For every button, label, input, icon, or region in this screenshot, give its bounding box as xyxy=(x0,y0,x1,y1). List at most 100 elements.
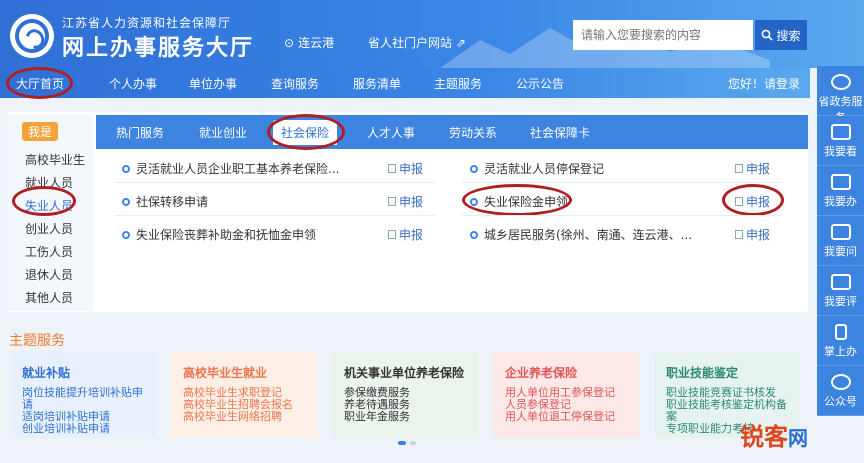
theme-card-title: 高校毕业生就业 xyxy=(183,366,268,380)
theme-card[interactable]: 就业补贴 岗位技能提升培训补贴申请适岗培训补贴申请 创业培训补贴申请 xyxy=(10,352,156,438)
sidebar-item-injured[interactable]: 工伤人员 xyxy=(25,243,73,260)
toolbar-wechat[interactable]: 公众号 xyxy=(817,366,864,416)
search-input[interactable] xyxy=(573,20,753,50)
tab-talent[interactable]: 人才人事 xyxy=(367,124,415,141)
row-divider xyxy=(115,182,435,183)
theme-card-link[interactable]: 创业培训补贴申请 xyxy=(22,420,110,436)
sidebar-item-employed[interactable]: 就业人员 xyxy=(25,174,73,191)
service-name: 灵活就业人员企业职工基本养老保险... xyxy=(136,162,340,176)
theme-card-link[interactable]: 岗位技能提升培训补贴申 xyxy=(22,384,143,400)
sidebar-item-entrepreneur[interactable]: 创业人员 xyxy=(25,220,73,237)
tab-labor-relations[interactable]: 劳动关系 xyxy=(449,124,497,141)
theme-card[interactable]: 机关事业单位养老保险 参保缴费服务 养老待遇服务 职业年金服务 xyxy=(332,352,478,438)
phone-icon xyxy=(834,324,847,340)
service-item[interactable]: 失业保险丧葬补助金和抚恤金申领 xyxy=(122,226,316,243)
apply-button[interactable]: 申报 xyxy=(735,226,770,243)
theme-card-link[interactable]: 职业技能考核鉴定机构备 xyxy=(666,396,787,412)
nav-item-themes[interactable]: 主题服务 xyxy=(434,75,482,92)
service-name: 失业保险金申领 xyxy=(484,195,569,209)
bullet-icon xyxy=(122,197,130,206)
form-icon xyxy=(388,230,396,239)
toolbar-label: 我要问 xyxy=(824,245,857,258)
site-logo[interactable] xyxy=(10,14,54,58)
service-item[interactable]: 灵活就业人员企业职工基本养老保险... xyxy=(122,160,339,177)
bullet-icon xyxy=(470,197,478,206)
document-icon xyxy=(830,124,851,140)
chat-icon xyxy=(830,374,851,390)
apply-label: 申报 xyxy=(399,162,424,176)
monitor-icon xyxy=(830,174,851,190)
nav-item-home[interactable]: 大厅首页 xyxy=(16,75,64,92)
login-link[interactable]: 您好！请登录 xyxy=(728,75,800,92)
tab-social-insurance[interactable]: 社会保险 xyxy=(273,120,338,145)
theme-card[interactable]: 高校毕业生就业 高校毕业生求职登记 高校毕业生招聘会报名 高校毕业生网络招聘 xyxy=(171,352,317,438)
sidebar-item-graduates[interactable]: 高校毕业生 xyxy=(25,151,85,168)
row-divider xyxy=(462,182,782,183)
service-item[interactable]: 社保转移申请 xyxy=(122,193,208,210)
carousel-dots xyxy=(398,441,416,445)
nav-item-notices[interactable]: 公示公告 xyxy=(516,75,564,92)
apply-button[interactable]: 申报 xyxy=(388,226,423,243)
location-selector[interactable]: ⊙ 连云港 xyxy=(284,34,334,51)
form-icon xyxy=(735,197,743,206)
apply-button[interactable]: 申报 xyxy=(735,193,770,210)
watermark-suffix: 网 xyxy=(788,426,808,450)
nav-item-service-list[interactable]: 服务清单 xyxy=(353,75,401,92)
toolbar-gov-service[interactable]: 省政务服务 xyxy=(817,66,864,124)
service-item[interactable]: 灵活就业人员停保登记 xyxy=(470,160,604,177)
apply-button[interactable]: 申报 xyxy=(388,160,423,177)
theme-card-link[interactable]: 职业年金服务 xyxy=(344,408,410,424)
toolbar-label: 公众号 xyxy=(824,395,857,408)
portal-link[interactable]: 省人社门户网站 ⇗ xyxy=(368,34,466,51)
toolbar-label: 我要看 xyxy=(824,145,857,158)
service-name: 社保转移申请 xyxy=(136,195,209,209)
carousel-dot[interactable] xyxy=(398,441,406,445)
search-icon xyxy=(762,29,774,41)
tab-employment[interactable]: 就业创业 xyxy=(199,124,247,141)
portal-link-label: 省人社门户网站 xyxy=(368,36,453,50)
search-button[interactable]: 搜索 xyxy=(755,20,807,50)
sidebar-item-other[interactable]: 其他人员 xyxy=(25,289,73,306)
apply-button[interactable]: 申报 xyxy=(735,160,770,177)
apply-label: 申报 xyxy=(399,195,424,209)
row-divider xyxy=(115,215,435,216)
site-header: 江苏省人力资源和社会保障厅 网上办事服务大厅 ⊙ 连云港 省人社门户网站 ⇗ 搜… xyxy=(0,0,864,68)
sidebar-item-retired[interactable]: 退休人员 xyxy=(25,266,73,283)
form-icon xyxy=(735,230,743,239)
theme-card-link[interactable]: 高校毕业生网络招聘 xyxy=(183,408,282,424)
tab-hot[interactable]: 热门服务 xyxy=(116,124,164,141)
sidebar-item-unemployed[interactable]: 失业人员 xyxy=(25,197,73,214)
bullet-icon xyxy=(122,164,130,173)
org-name: 江苏省人力资源和社会保障厅 xyxy=(62,16,232,30)
sidebar-title: 我是 xyxy=(22,122,59,141)
toolbar-do[interactable]: 我要办 xyxy=(817,166,864,216)
bullet-icon xyxy=(470,230,478,239)
nav-item-unit[interactable]: 单位办事 xyxy=(189,75,237,92)
bullet-icon xyxy=(470,164,478,173)
row-divider xyxy=(462,215,782,216)
watermark-logo: 锐客网 xyxy=(740,417,808,452)
nav-item-personal[interactable]: 个人办事 xyxy=(109,75,157,92)
apply-button[interactable]: 申报 xyxy=(388,193,423,210)
nav-item-query[interactable]: 查询服务 xyxy=(271,75,319,92)
toolbar-mobile[interactable]: 掌上办 xyxy=(817,316,864,366)
service-name: 城乡居民服务(徐州、南通、连云港、... xyxy=(484,228,693,242)
toolbar-view[interactable]: 我要看 xyxy=(817,116,864,166)
apply-label: 申报 xyxy=(746,195,771,209)
service-name: 灵活就业人员停保登记 xyxy=(484,162,605,176)
service-item[interactable]: 城乡居民服务(徐州、南通、连云港、... xyxy=(470,226,692,243)
theme-card[interactable]: 企业养老保险 用人单位用工参保登记 人员参保登记 用人单位退工停保登记 xyxy=(493,352,639,438)
search-button-label: 搜索 xyxy=(776,28,801,43)
toolbar-ask[interactable]: 我要问 xyxy=(817,216,864,266)
service-name: 失业保险丧葬补助金和抚恤金申领 xyxy=(136,228,317,242)
form-icon xyxy=(388,197,396,206)
apply-label: 申报 xyxy=(746,162,771,176)
toolbar-rate[interactable]: 我要评 xyxy=(817,266,864,316)
service-item[interactable]: 失业保险金申领 xyxy=(470,193,568,210)
theme-card-link[interactable]: 用人单位退工停保登记 xyxy=(505,408,615,424)
audience-sidebar: 我是 高校毕业生 就业人员 失业人员 创业人员 工伤人员 退休人员 其他人员 xyxy=(8,115,93,311)
tab-social-card[interactable]: 社会保障卡 xyxy=(530,124,590,141)
category-tabs: 热门服务 就业创业 社会保险 人才人事 劳动关系 社会保障卡 xyxy=(96,115,808,149)
theme-card-title: 职业技能鉴定 xyxy=(666,366,739,380)
carousel-dot[interactable] xyxy=(410,441,416,445)
